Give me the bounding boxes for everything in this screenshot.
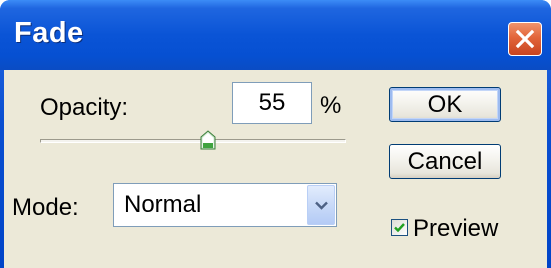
ok-button[interactable]: OK	[389, 87, 501, 122]
mode-label: Mode:	[12, 194, 79, 221]
checkmark-icon	[394, 223, 405, 233]
mode-select[interactable]: Normal	[113, 183, 337, 227]
chevron-down-icon	[315, 201, 328, 210]
mode-select-value: Normal	[124, 191, 202, 218]
close-x-icon	[515, 29, 535, 49]
mode-dropdown-button[interactable]	[307, 185, 335, 225]
fade-dialog: Fade Opacity: 55 % Mode: Normal OK Cance…	[0, 0, 551, 268]
preview-label[interactable]: Preview	[413, 215, 498, 243]
close-button[interactable]	[508, 22, 542, 56]
cancel-button[interactable]: Cancel	[389, 144, 501, 179]
opacity-unit: %	[320, 92, 342, 119]
opacity-slider-thumb[interactable]	[200, 130, 216, 150]
opacity-label: Opacity:	[40, 94, 129, 121]
opacity-slider-track[interactable]	[40, 139, 346, 143]
window-title: Fade	[14, 17, 84, 49]
preview-checkbox[interactable]	[391, 219, 408, 236]
dialog-body: Opacity: 55 % Mode: Normal OK Cancel Pre…	[4, 70, 547, 268]
opacity-input[interactable]: 55	[232, 82, 312, 124]
title-bar[interactable]: Fade	[0, 0, 551, 70]
slider-thumb-icon	[200, 130, 216, 150]
